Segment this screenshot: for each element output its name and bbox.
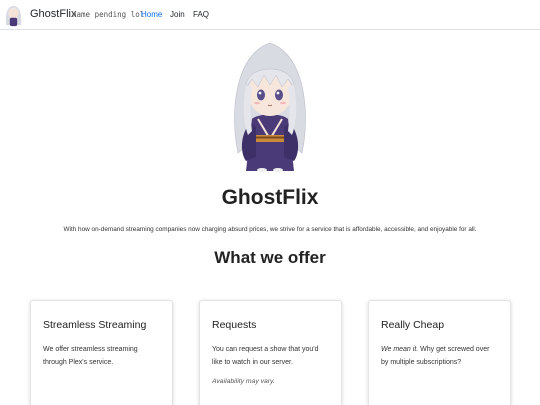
card-text-emphasis: We mean it. — [381, 346, 419, 353]
feature-card-streaming: Streamless Streaming We offer streamless… — [30, 300, 173, 405]
card-note: Availability may vary. — [212, 378, 275, 385]
feature-card-cheap: Really Cheap We mean it. Why get screwed… — [368, 300, 511, 405]
card-text: You can request a show that you'd like t… — [212, 346, 319, 366]
hero-description: With how on-demand streaming companies n… — [63, 226, 477, 233]
brand-tagline: name pending lol — [72, 10, 145, 19]
hero-title: GhostFlix — [221, 186, 319, 209]
card-text: We mean it. Why get screwed over by mult… — [381, 344, 498, 369]
nav-link-join[interactable]: Join — [170, 10, 185, 19]
offer-heading: What we offer — [214, 248, 326, 267]
navbar: GhostFlix name pending lol Home Join FAQ — [0, 0, 540, 30]
mascot-illustration — [234, 42, 306, 172]
brand-name[interactable]: GhostFlix — [30, 8, 76, 20]
nav-link-home[interactable]: Home — [141, 10, 162, 19]
card-text: We offer streamless streaming through Pl… — [43, 346, 138, 366]
card-title: Streamless Streaming — [43, 319, 147, 331]
logo-avatar-icon[interactable] — [4, 3, 23, 27]
card-title: Requests — [212, 319, 257, 331]
feature-card-requests: Requests You can request a show that you… — [199, 300, 342, 405]
card-title: Really Cheap — [381, 319, 445, 331]
nav-link-faq[interactable]: FAQ — [193, 10, 209, 19]
